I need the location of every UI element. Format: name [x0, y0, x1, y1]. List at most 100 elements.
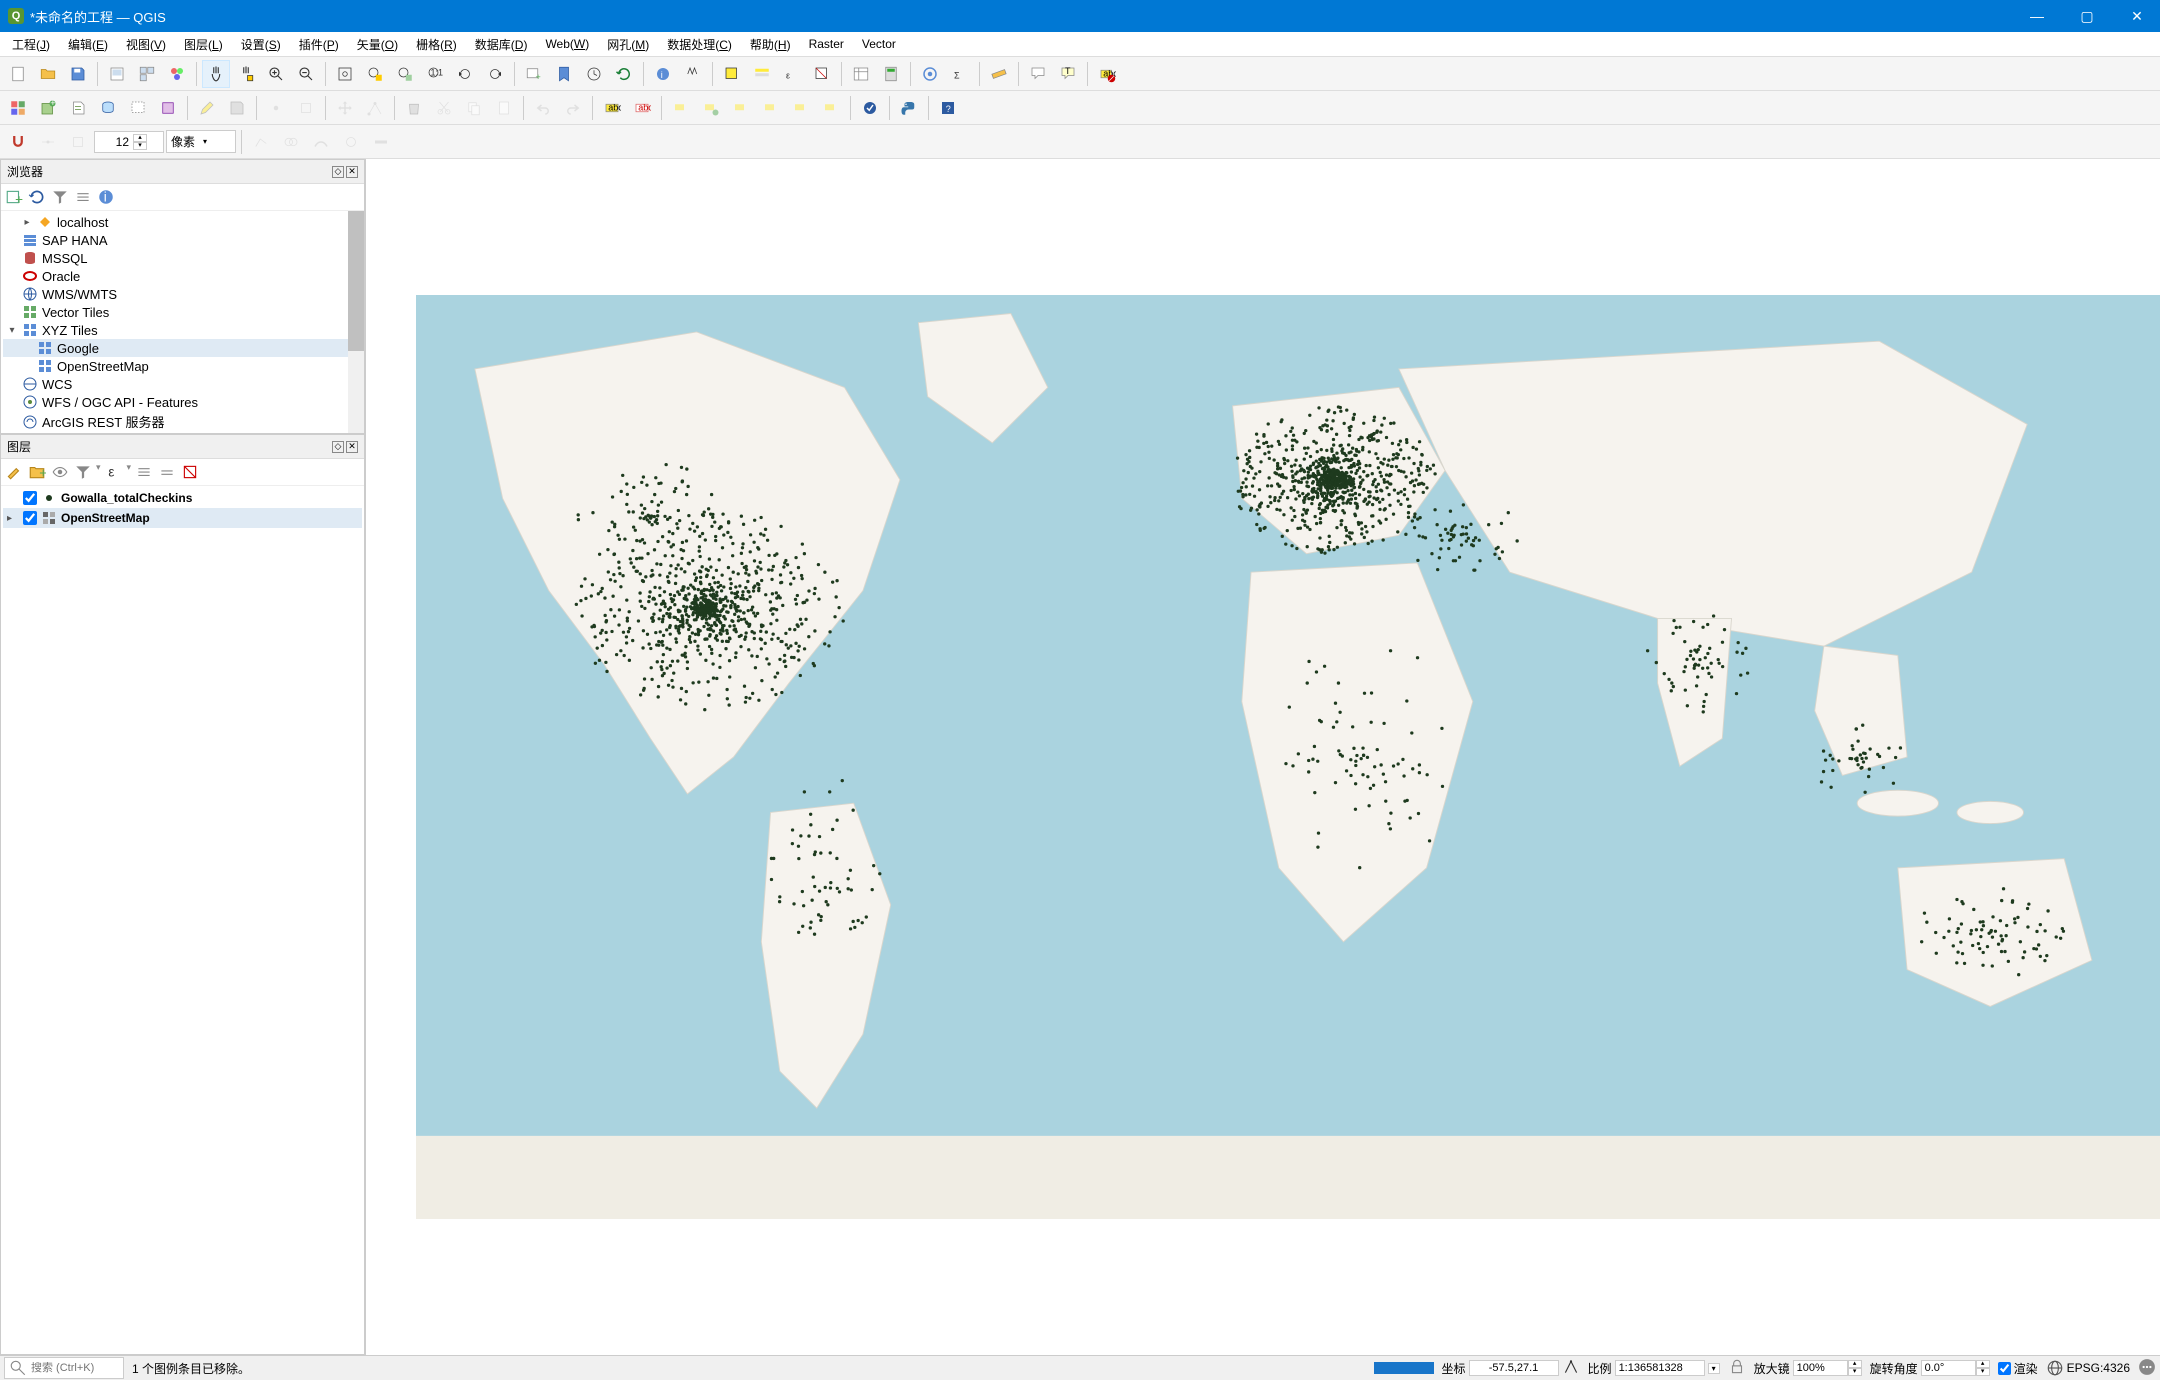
browser-filter-button[interactable] [50, 187, 70, 207]
browser-item-geonode[interactable]: GeoNode [3, 432, 362, 433]
add-feature-button[interactable] [262, 94, 290, 122]
statistics-button[interactable]: Σ [946, 60, 974, 88]
messages-button[interactable] [2138, 1358, 2156, 1379]
magnifier-input[interactable] [1793, 1360, 1848, 1376]
osm-download-button[interactable] [856, 94, 884, 122]
maximize-button[interactable]: ▢ [2072, 8, 2102, 25]
menu-栅格[interactable]: 栅格(R) [408, 33, 465, 56]
snap-scale-button[interactable] [367, 128, 395, 156]
zoom-to-selection-button[interactable] [361, 60, 389, 88]
minimize-button[interactable]: — [2022, 8, 2052, 24]
menu-设置[interactable]: 设置(S) [233, 33, 289, 56]
topo-edit-button[interactable] [247, 128, 275, 156]
snap-config-1[interactable] [34, 128, 62, 156]
new-print-layout-button[interactable] [103, 60, 131, 88]
layers-undock-button[interactable]: ◇ [332, 441, 344, 453]
label-prop-1[interactable] [667, 94, 695, 122]
action-button[interactable] [679, 60, 707, 88]
snapping-button[interactable] [4, 128, 32, 156]
copy-features-button[interactable] [460, 94, 488, 122]
undo-button[interactable] [529, 94, 557, 122]
magnifier-down[interactable]: ▾ [1848, 1368, 1862, 1376]
refresh-button[interactable] [610, 60, 638, 88]
browser-item-arcgis-rest-[interactable]: ArcGIS REST 服务器 [3, 411, 362, 432]
deselect-all-button[interactable] [808, 60, 836, 88]
label-prop-5[interactable] [787, 94, 815, 122]
zoom-next-button[interactable] [481, 60, 509, 88]
render-checkbox[interactable] [1998, 1362, 2011, 1375]
new-bookmark-button[interactable] [550, 60, 578, 88]
new-map-view-button[interactable]: + [520, 60, 548, 88]
layer-filter-button[interactable] [73, 462, 93, 482]
select-features-button[interactable] [718, 60, 746, 88]
zoom-out-button[interactable] [292, 60, 320, 88]
plugin-help-button[interactable]: ? [934, 94, 962, 122]
trace-button[interactable] [307, 128, 335, 156]
new-geopackage-button[interactable]: + [34, 94, 62, 122]
locator-input[interactable] [31, 1362, 111, 1374]
layer-expr-button[interactable]: ε [104, 462, 124, 482]
layer-collapse-button[interactable] [157, 462, 177, 482]
layers-close-button[interactable]: ✕ [346, 441, 358, 453]
browser-collapse-button[interactable] [73, 187, 93, 207]
layer-remove-button[interactable] [180, 462, 200, 482]
topo-intersect-button[interactable] [277, 128, 305, 156]
browser-item-wms-wmts[interactable]: WMS/WMTS [3, 285, 362, 303]
scale-input[interactable] [1615, 1360, 1705, 1376]
browser-item-sap-hana[interactable]: SAP HANA [3, 231, 362, 249]
layer-expand-button[interactable] [134, 462, 154, 482]
layers-tree[interactable]: Gowalla_totalCheckins▸OpenStreetMap [1, 486, 364, 1354]
scale-dropdown[interactable]: ▾ [1708, 1363, 1720, 1374]
label-prop-6[interactable] [817, 94, 845, 122]
coordinate-input[interactable] [1469, 1360, 1559, 1376]
menu-图层[interactable]: 图层(L) [176, 33, 231, 56]
menu-视图[interactable]: 视图(V) [118, 33, 174, 56]
select-by-value-button[interactable] [748, 60, 776, 88]
map-canvas-area[interactable] [365, 159, 2160, 1355]
zoom-to-layer-button[interactable] [391, 60, 419, 88]
browser-item-wfs-ogc-api-features[interactable]: WFS / OGC API - Features [3, 393, 362, 411]
open-project-button[interactable] [34, 60, 62, 88]
save-project-button[interactable] [64, 60, 92, 88]
menu-插件[interactable]: 插件(P) [291, 33, 347, 56]
browser-item-google[interactable]: Google [3, 339, 362, 357]
rotation-up[interactable]: ▴ [1976, 1360, 1990, 1368]
menu-Raster[interactable]: Raster [801, 34, 852, 54]
rotation-down[interactable]: ▾ [1976, 1368, 1990, 1376]
browser-add-button[interactable]: + [4, 187, 24, 207]
python-console-button[interactable] [895, 94, 923, 122]
identify-button[interactable]: i [649, 60, 677, 88]
label-prop-3[interactable] [727, 94, 755, 122]
save-edits-button[interactable] [223, 94, 251, 122]
coordinate-toggle-icon[interactable] [1562, 1358, 1580, 1379]
text-annotation-button[interactable]: T [1054, 60, 1082, 88]
close-button[interactable]: ✕ [2122, 8, 2152, 25]
browser-close-button[interactable]: ✕ [346, 166, 358, 178]
browser-item-vector-tiles[interactable]: Vector Tiles [3, 303, 362, 321]
label-prop-4[interactable] [757, 94, 785, 122]
menu-Vector[interactable]: Vector [854, 34, 904, 54]
digitize-shape-button[interactable] [292, 94, 320, 122]
browser-undock-button[interactable]: ◇ [332, 166, 344, 178]
maptips-button[interactable] [1024, 60, 1052, 88]
redo-button[interactable] [559, 94, 587, 122]
browser-item-xyz-tiles[interactable]: ▾XYZ Tiles [3, 321, 362, 339]
browser-refresh-button[interactable] [27, 187, 47, 207]
layer-item-gowalla-totalcheckins[interactable]: Gowalla_totalCheckins [3, 488, 362, 508]
menu-网孔[interactable]: 网孔(M) [599, 33, 657, 56]
menu-数据处理[interactable]: 数据处理(C) [659, 33, 740, 56]
layer-visibility-button[interactable] [50, 462, 70, 482]
menu-矢量[interactable]: 矢量(O) [349, 33, 406, 56]
tolerance-value[interactable] [99, 135, 129, 149]
toolbox-button[interactable] [916, 60, 944, 88]
new-project-button[interactable] [4, 60, 32, 88]
self-snap-button[interactable] [337, 128, 365, 156]
style-manager-button[interactable] [163, 60, 191, 88]
browser-item-openstreetmap[interactable]: OpenStreetMap [3, 357, 362, 375]
layout-manager-button[interactable] [133, 60, 161, 88]
label-toolbar-2[interactable]: abc [628, 94, 656, 122]
menu-编辑[interactable]: 编辑(E) [60, 33, 116, 56]
browser-item-localhost[interactable]: ▸localhost [3, 213, 362, 231]
zoom-native-button[interactable]: 1:1 [421, 60, 449, 88]
no-labels-button[interactable]: abc [1093, 60, 1121, 88]
